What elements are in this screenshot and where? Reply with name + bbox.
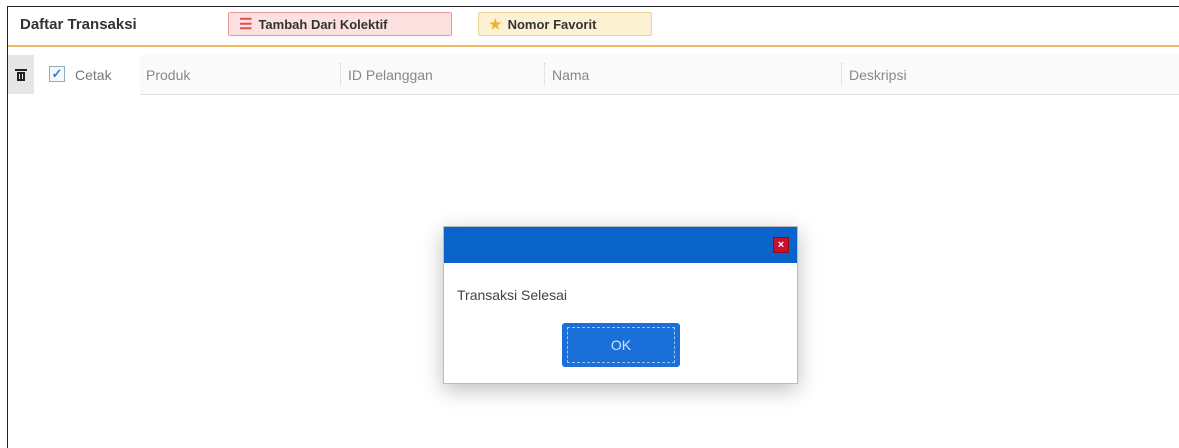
column-header-id-pelanggan[interactable]: ID Pelanggan bbox=[348, 67, 433, 83]
print-label: Cetak bbox=[75, 67, 112, 83]
dialog-message: Transaksi Selesai bbox=[457, 287, 567, 303]
column-header-deskripsi[interactable]: Deskripsi bbox=[849, 67, 907, 83]
close-button[interactable]: × bbox=[773, 237, 789, 253]
list-icon: ☰ bbox=[239, 16, 253, 33]
table-header: ✓ Cetak Produk ID Pelanggan Nama Deskrip… bbox=[8, 55, 1179, 95]
completion-dialog: × Transaksi Selesai OK bbox=[443, 226, 798, 384]
star-icon: ★ bbox=[489, 15, 502, 32]
check-icon: ✓ bbox=[51, 66, 63, 81]
delete-button[interactable] bbox=[8, 55, 34, 94]
add-from-collective-label: Tambah Dari Kolektif bbox=[258, 16, 388, 32]
dialog-titlebar: × bbox=[444, 227, 797, 263]
ok-button-label: OK bbox=[610, 337, 632, 353]
add-from-collective-button[interactable]: ☰ Tambah Dari Kolektif bbox=[228, 12, 452, 36]
favorite-numbers-label: Nomor Favorit bbox=[507, 16, 597, 32]
panel-header: Daftar Transaksi ☰ Tambah Dari Kolektif … bbox=[8, 7, 1179, 47]
favorite-numbers-button[interactable]: ★ Nomor Favorit bbox=[478, 12, 652, 36]
trash-icon bbox=[15, 68, 27, 81]
close-icon: × bbox=[777, 238, 785, 251]
select-all-checkbox[interactable]: ✓ bbox=[49, 66, 65, 82]
column-header-nama[interactable]: Nama bbox=[552, 67, 589, 83]
ok-button[interactable]: OK bbox=[562, 323, 680, 367]
column-header-produk[interactable]: Produk bbox=[146, 67, 190, 83]
page-title: Daftar Transaksi bbox=[20, 16, 137, 33]
column-headers: Produk ID Pelanggan Nama Deskripsi bbox=[140, 55, 1179, 95]
